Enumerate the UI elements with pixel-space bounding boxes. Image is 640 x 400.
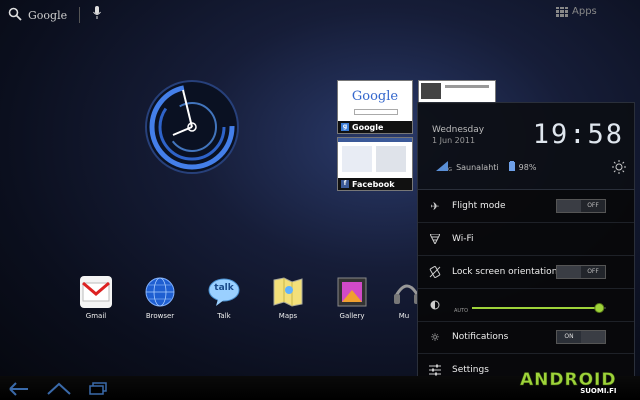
auto-brightness-label[interactable]: AUTO (454, 308, 468, 314)
androidsuomi-watermark: ANDROID SUOMI.FI (520, 370, 617, 395)
slider-thumb (594, 303, 605, 313)
thumbnail-title-bar: f Facebook (338, 178, 412, 190)
lock-orientation-toggle[interactable]: OFF (556, 265, 606, 279)
setting-label: Flight mode (452, 201, 506, 211)
analog-clock-widget[interactable] (143, 78, 241, 176)
google-search-bar[interactable]: Google (8, 6, 102, 24)
page-preview (342, 146, 372, 172)
text-preview (445, 85, 489, 88)
talk-icon-text: talk (214, 283, 234, 293)
settings-sliders-icon (428, 363, 442, 377)
dock-label: Talk (217, 312, 231, 320)
setting-label: Wi-Fi (452, 234, 474, 244)
dock-maps[interactable]: Maps (263, 276, 313, 320)
home-icon[interactable] (46, 381, 72, 400)
brightness-half-icon (428, 298, 442, 312)
flight-mode-row[interactable]: ✈ Flight mode OFF (418, 190, 634, 223)
apps-label: Apps (572, 6, 597, 17)
dock-browser[interactable]: Browser (135, 276, 185, 320)
google-thumbnail[interactable]: Google g Google (337, 80, 413, 134)
page-preview (376, 146, 406, 172)
maps-icon (272, 276, 304, 308)
gmail-icon (80, 276, 112, 308)
dock-music[interactable]: Mu (391, 276, 417, 320)
back-icon[interactable] (8, 381, 30, 400)
lock-orientation-row[interactable]: Lock screen orientation OFF (418, 256, 634, 289)
gallery-icon (336, 276, 368, 308)
apps-grid-icon (556, 6, 568, 17)
facebook-favicon-icon: f (341, 180, 349, 188)
toggle-state: ON (557, 331, 581, 343)
dock-talk[interactable]: talk Talk (199, 276, 249, 320)
setting-label: Settings (452, 365, 489, 375)
thumbnail-title: Facebook (352, 179, 395, 189)
google-favicon-icon: g (341, 123, 349, 131)
microphone-icon[interactable] (92, 5, 102, 25)
globe-icon (144, 276, 176, 308)
dock-label: Browser (145, 312, 175, 320)
wifi-icon (428, 232, 442, 246)
network-row: 3G Saunalahti 98% (436, 161, 536, 173)
signal-icon (436, 161, 448, 173)
airplane-icon: ✈ (430, 199, 440, 213)
rotation-lock-icon (428, 265, 442, 279)
status-panel[interactable]: Wednesday 1 Jun 2011 19:58 3G Saunalahti… (417, 102, 635, 190)
day-text: Wednesday (432, 125, 485, 135)
setting-label: Notifications (452, 332, 509, 342)
time-text: 19:58 (532, 119, 624, 150)
dock-label: Gmail (85, 312, 107, 320)
recent-apps-icon[interactable] (88, 381, 108, 400)
toggle-state: OFF (581, 200, 605, 212)
divider (79, 7, 81, 23)
thumbnail-title: Google (352, 122, 384, 132)
dock-gmail[interactable]: Gmail (71, 276, 121, 320)
search-box-preview (354, 109, 398, 115)
brightness-icon[interactable] (612, 159, 626, 178)
apps-button[interactable]: Apps (556, 6, 597, 17)
notifications-toggle[interactable]: ON (556, 330, 606, 344)
wifi-row[interactable]: Wi-Fi (418, 223, 634, 256)
image-preview (421, 83, 441, 99)
flight-mode-toggle[interactable]: OFF (556, 199, 606, 213)
thumbnail-title-bar: g Google (338, 121, 412, 133)
news-thumbnail[interactable] (418, 80, 496, 104)
toggle-state: OFF (581, 266, 605, 278)
brightness-slider[interactable] (468, 302, 610, 314)
headphones-icon (391, 276, 417, 308)
search-icon[interactable] (8, 6, 22, 25)
quick-settings-panel[interactable]: ✈ Flight mode OFF Wi-Fi Lock screen orie… (417, 189, 635, 387)
search-label[interactable]: Google (28, 9, 67, 22)
dock-gallery[interactable]: Gallery (327, 276, 377, 320)
google-logo-text: Google (351, 89, 399, 104)
notifications-icon: ☼ (430, 330, 440, 344)
date-text: 1 Jun 2011 (432, 136, 476, 145)
battery-icon (508, 161, 515, 173)
setting-label: Lock screen orientation (452, 267, 558, 277)
dock-label: Mu (398, 312, 410, 320)
talk-icon: talk (208, 276, 240, 308)
dock-label: Gallery (339, 312, 365, 320)
battery-level: 98% (518, 162, 537, 172)
notifications-row[interactable]: ☼ Notifications ON (418, 321, 634, 354)
dock-label: Maps (278, 312, 298, 320)
facebook-header-preview (338, 138, 412, 142)
facebook-thumbnail[interactable]: f Facebook (337, 137, 413, 191)
network-name: Saunalahti (456, 162, 499, 172)
